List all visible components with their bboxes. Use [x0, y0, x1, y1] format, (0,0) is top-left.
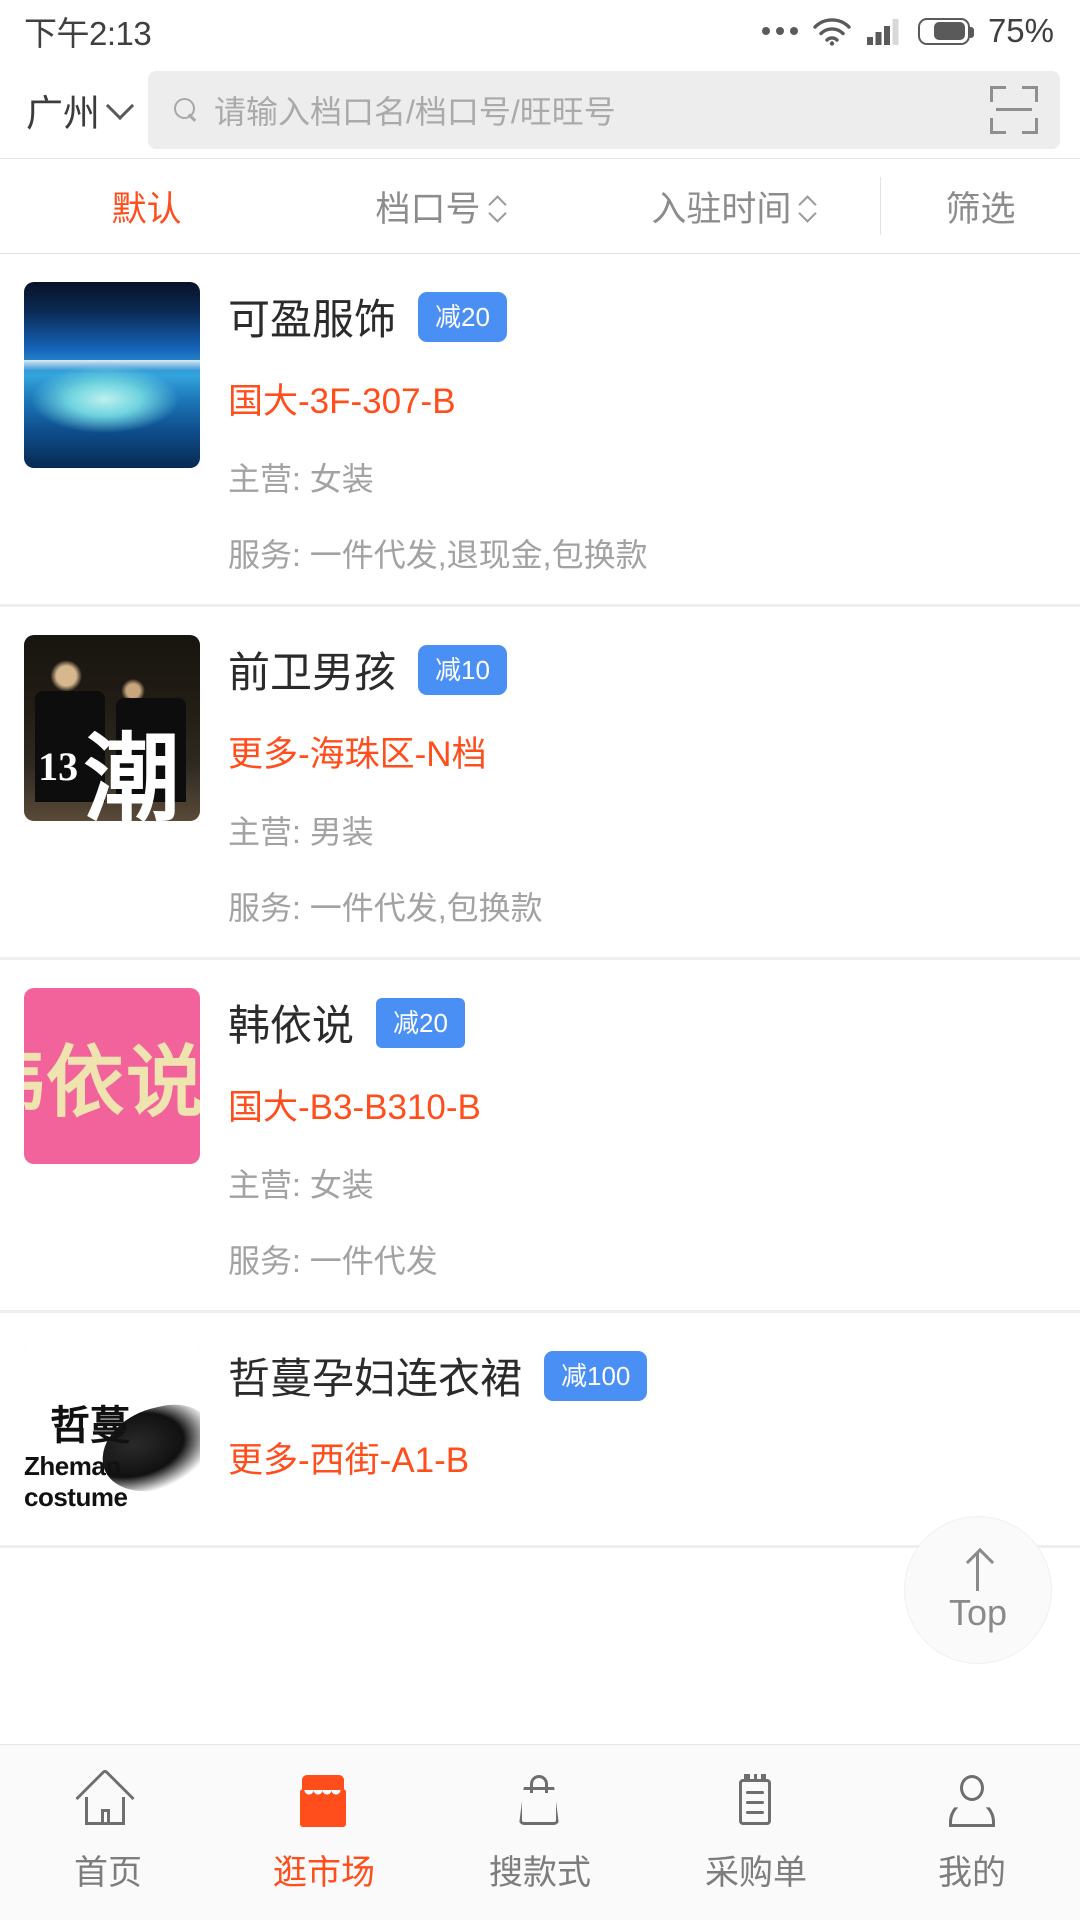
nav-item-styles[interactable]: 搜款式	[432, 1771, 648, 1894]
person-icon	[942, 1771, 1002, 1829]
list-item[interactable]: 哲蔓 Zheman costume 哲蔓孕妇连衣裙 减100 更多-西街-A1-…	[0, 1313, 1080, 1548]
shop-icon	[294, 1771, 354, 1829]
shop-name-line: 前卫男孩 减10	[228, 639, 1080, 700]
search-bar[interactable]: 请输入档口名/档口号/旺旺号	[148, 71, 1060, 149]
city-label: 广州	[26, 93, 100, 134]
nav-item-home[interactable]: 首页	[0, 1768, 216, 1894]
nav-item-purchase-order[interactable]: 采购单	[648, 1771, 864, 1894]
nav-label: 搜款式	[489, 1854, 591, 1892]
thumb-brand-text: 韩依说	[24, 1038, 200, 1126]
shop-category: 主营: 男装	[228, 814, 374, 850]
bag-icon	[510, 1771, 570, 1829]
shop-category: 主营: 女装	[228, 1167, 374, 1203]
battery-percent: 75%	[987, 12, 1054, 49]
shop-name-line: 可盈服饰 减20	[228, 286, 1080, 347]
city-selector[interactable]: 广州	[26, 83, 135, 137]
shop-thumbnail[interactable]	[24, 282, 200, 468]
discount-badge: 减100	[544, 1350, 648, 1401]
scroll-to-top-label: Top	[948, 1592, 1008, 1633]
chevron-down-icon	[105, 91, 135, 121]
sort-arrows-icon	[489, 196, 505, 219]
shop-category: 主营: 女装	[228, 461, 374, 497]
list-item[interactable]: 可盈服饰 减20 国大-3F-307-B 主营: 女装 服务: 一件代发,退现金…	[0, 254, 1080, 607]
shop-thumbnail[interactable]: 韩依说	[24, 988, 200, 1164]
discount-badge: 减20	[376, 997, 465, 1048]
search-input[interactable]: 请输入档口名/档口号/旺旺号	[214, 87, 974, 133]
thumb-character: 潮	[83, 726, 180, 821]
app-screen: 下午2:13 75% 广州 请输入档口名/档口号/旺旺号 默认 档口号 入驻时间…	[0, 0, 1080, 1920]
shop-name: 前卫男孩	[228, 649, 397, 696]
sort-tab-stall-number[interactable]: 档口号	[293, 159, 586, 253]
list-item[interactable]: 13 潮 前卫男孩 减10 更多-海珠区-N档 主营: 男装 服务: 一件代发,…	[0, 607, 1080, 960]
sort-filter-bar: 默认 档口号 入驻时间 筛选	[0, 158, 1080, 254]
nav-label: 我的	[938, 1854, 1006, 1892]
shop-info: 哲蔓孕妇连衣裙 减100 更多-西街-A1-B	[228, 1341, 1080, 1517]
search-icon	[174, 98, 198, 122]
shop-thumbnail[interactable]: 13 潮	[24, 635, 200, 821]
home-icon	[75, 1768, 138, 1829]
status-icons: 75%	[761, 12, 1054, 50]
discount-badge: 减20	[418, 291, 507, 342]
shop-name-line: 哲蔓孕妇连衣裙 减100	[228, 1345, 1080, 1406]
wifi-icon	[813, 18, 851, 46]
thumb-brand-cn: 哲蔓	[50, 1404, 130, 1448]
scroll-to-top-button[interactable]: Top	[904, 1516, 1052, 1664]
thumb-number: 13	[38, 743, 79, 789]
arrow-up-icon	[963, 1549, 993, 1591]
shop-address: 国大-3F-307-B	[228, 382, 456, 421]
sort-tab-label: 档口号	[375, 189, 481, 229]
shop-name: 哲蔓孕妇连衣裙	[228, 1355, 523, 1402]
shop-address: 更多-西街-A1-B	[228, 1441, 470, 1480]
cellular-signal-icon	[866, 19, 899, 45]
battery-icon	[917, 17, 974, 45]
search-header: 广州 请输入档口名/档口号/旺旺号	[0, 62, 1080, 158]
bottom-navigation: 首页 逛市场 搜款式 采购单 我的	[0, 1744, 1080, 1920]
status-time: 下午2:13	[24, 15, 152, 52]
nav-label: 逛市场	[273, 1854, 375, 1892]
scan-qr-icon[interactable]	[990, 86, 1038, 134]
nav-item-market[interactable]: 逛市场	[216, 1771, 432, 1894]
clipboard-icon	[726, 1771, 786, 1829]
shop-info: 可盈服饰 减20 国大-3F-307-B 主营: 女装 服务: 一件代发,退现金…	[228, 282, 1080, 576]
shop-services: 服务: 一件代发,退现金,包换款	[228, 537, 648, 573]
shop-services: 服务: 一件代发	[228, 1243, 438, 1279]
sort-arrows-icon	[799, 196, 815, 219]
sort-tab-default[interactable]: 默认	[0, 159, 293, 253]
shop-info: 韩依说 减20 国大-B3-B310-B 主营: 女装 服务: 一件代发	[228, 988, 1080, 1282]
list-item[interactable]: 韩依说 韩依说 减20 国大-B3-B310-B 主营: 女装 服务: 一件代发	[0, 960, 1080, 1313]
filter-button[interactable]: 筛选	[879, 177, 1080, 235]
shop-name-line: 韩依说 减20	[228, 992, 1080, 1053]
sort-tab-label: 默认	[111, 189, 182, 229]
discount-badge: 减10	[418, 644, 507, 695]
shop-thumbnail[interactable]: 哲蔓 Zheman costume	[24, 1341, 200, 1517]
shop-name: 韩依说	[228, 1002, 355, 1049]
shop-info: 前卫男孩 减10 更多-海珠区-N档 主营: 男装 服务: 一件代发,包换款	[228, 635, 1080, 929]
sort-tab-join-time[interactable]: 入驻时间	[587, 159, 880, 253]
more-dots-icon	[761, 27, 798, 35]
nav-label: 首页	[74, 1854, 142, 1892]
thumb-brand-en: Zheman costume	[24, 1451, 128, 1512]
shop-list: 可盈服饰 减20 国大-3F-307-B 主营: 女装 服务: 一件代发,退现金…	[0, 254, 1080, 1548]
shop-address: 国大-B3-B310-B	[228, 1088, 481, 1127]
status-bar: 下午2:13 75%	[0, 0, 1080, 62]
shop-name: 可盈服饰	[228, 296, 397, 343]
nav-label: 采购单	[705, 1854, 807, 1892]
nav-item-mine[interactable]: 我的	[864, 1771, 1080, 1894]
shop-address: 更多-海珠区-N档	[228, 735, 487, 774]
sort-tab-label: 入驻时间	[651, 189, 792, 229]
shop-services: 服务: 一件代发,包换款	[228, 890, 543, 926]
